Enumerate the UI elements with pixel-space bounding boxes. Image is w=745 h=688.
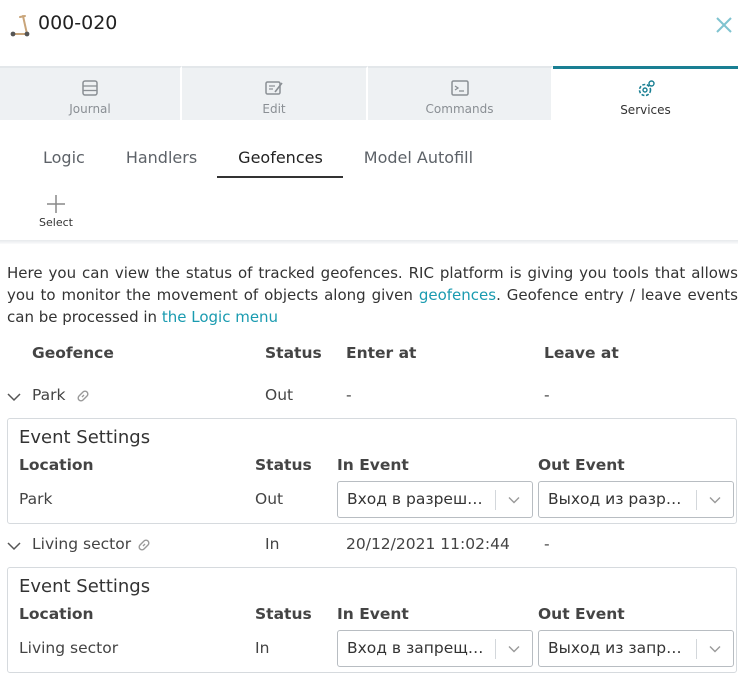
header-in-event: In Event [337, 605, 409, 623]
in-event-value: Вход в запреще... [347, 639, 485, 657]
chevron-down-icon [709, 497, 721, 504]
scooter-icon [10, 15, 30, 37]
status-value: In [255, 639, 270, 657]
select-separator [696, 639, 697, 659]
toolbar-divider [0, 240, 738, 244]
tab-label: Commands [425, 102, 494, 116]
subtab-geofences[interactable]: Geofences [217, 144, 343, 178]
header-location: Location [19, 456, 94, 474]
enter-at: 20/12/2021 11:02:44 [346, 535, 510, 553]
geofence-name: Living sector [32, 535, 132, 553]
close-icon[interactable] [713, 14, 735, 36]
location-value: Living sector [19, 639, 119, 657]
enter-at: - [346, 386, 352, 404]
tab-edit[interactable]: Edit [182, 66, 368, 120]
select-label: Select [39, 216, 73, 229]
in-event-select[interactable]: Вход в запреще... [337, 630, 533, 667]
page-title: 000-020 [38, 12, 118, 34]
header-out-event: Out Event [538, 456, 625, 474]
geofences-link[interactable]: geofences [419, 286, 496, 304]
out-event-value: Выход из разре... [548, 490, 686, 508]
tab-label: Services [620, 103, 671, 117]
header-status: Status [255, 456, 312, 474]
tab-label: Edit [262, 102, 286, 116]
terminal-icon [450, 80, 469, 96]
out-event-select[interactable]: Выход из разре... [538, 481, 734, 518]
chevron-down-icon [508, 646, 520, 653]
header-enter-at: Enter at [346, 344, 417, 362]
header-location: Location [19, 605, 94, 623]
chevron-down-icon[interactable] [7, 539, 21, 553]
sub-tabs: Logic Handlers Geofences Model Autofill [22, 144, 493, 178]
event-settings-card: Event Settings Location Status In Event … [7, 418, 737, 524]
header-geofence: Geofence [32, 344, 114, 362]
location-value: Park [19, 490, 53, 508]
chevron-down-icon [508, 497, 520, 504]
header-leave-at: Leave at [544, 344, 619, 362]
tab-journal[interactable]: Journal [0, 66, 182, 120]
edit-icon [265, 81, 283, 95]
event-settings-title: Event Settings [19, 576, 151, 597]
journal-icon [82, 80, 98, 96]
select-separator [495, 490, 496, 510]
geofence-name: Park [32, 386, 66, 404]
tab-label: Journal [69, 102, 111, 116]
tab-services[interactable]: Services [553, 66, 738, 120]
in-event-select[interactable]: Вход в разреше... [337, 481, 533, 518]
out-event-value: Выход из запре... [548, 639, 686, 657]
geofence-status: In [265, 535, 280, 553]
header-status: Status [255, 605, 312, 623]
subtab-handlers[interactable]: Handlers [105, 144, 217, 178]
subtab-logic[interactable]: Logic [22, 144, 105, 178]
chevron-down-icon[interactable] [7, 390, 21, 404]
main-tabs: Journal Edit Commands Services [0, 66, 738, 120]
out-event-select[interactable]: Выход из запре... [538, 630, 734, 667]
status-value: Out [255, 490, 284, 508]
event-settings-title: Event Settings [19, 427, 151, 448]
event-settings-card: Event Settings Location Status In Event … [7, 567, 737, 673]
leave-at: - [544, 386, 550, 404]
subtab-model-autofill[interactable]: Model Autofill [343, 144, 493, 178]
chevron-down-icon [709, 646, 721, 653]
geofence-status: Out [265, 386, 294, 404]
logic-menu-link[interactable]: the Logic menu [162, 308, 278, 326]
window-header: 000-020 [0, 0, 745, 52]
leave-at: - [544, 535, 550, 553]
gear-services-icon [638, 80, 655, 97]
intro-text: Here you can view the status of tracked … [7, 262, 738, 328]
in-event-value: Вход в разреше... [347, 490, 485, 508]
header-out-event: Out Event [538, 605, 625, 623]
link-icon[interactable] [75, 388, 91, 404]
link-icon[interactable] [136, 537, 152, 553]
plus-icon [47, 195, 65, 213]
select-separator [696, 490, 697, 510]
select-separator [495, 639, 496, 659]
header-status: Status [265, 344, 322, 362]
header-in-event: In Event [337, 456, 409, 474]
tab-commands[interactable]: Commands [368, 66, 553, 120]
select-button[interactable]: Select [36, 192, 76, 232]
